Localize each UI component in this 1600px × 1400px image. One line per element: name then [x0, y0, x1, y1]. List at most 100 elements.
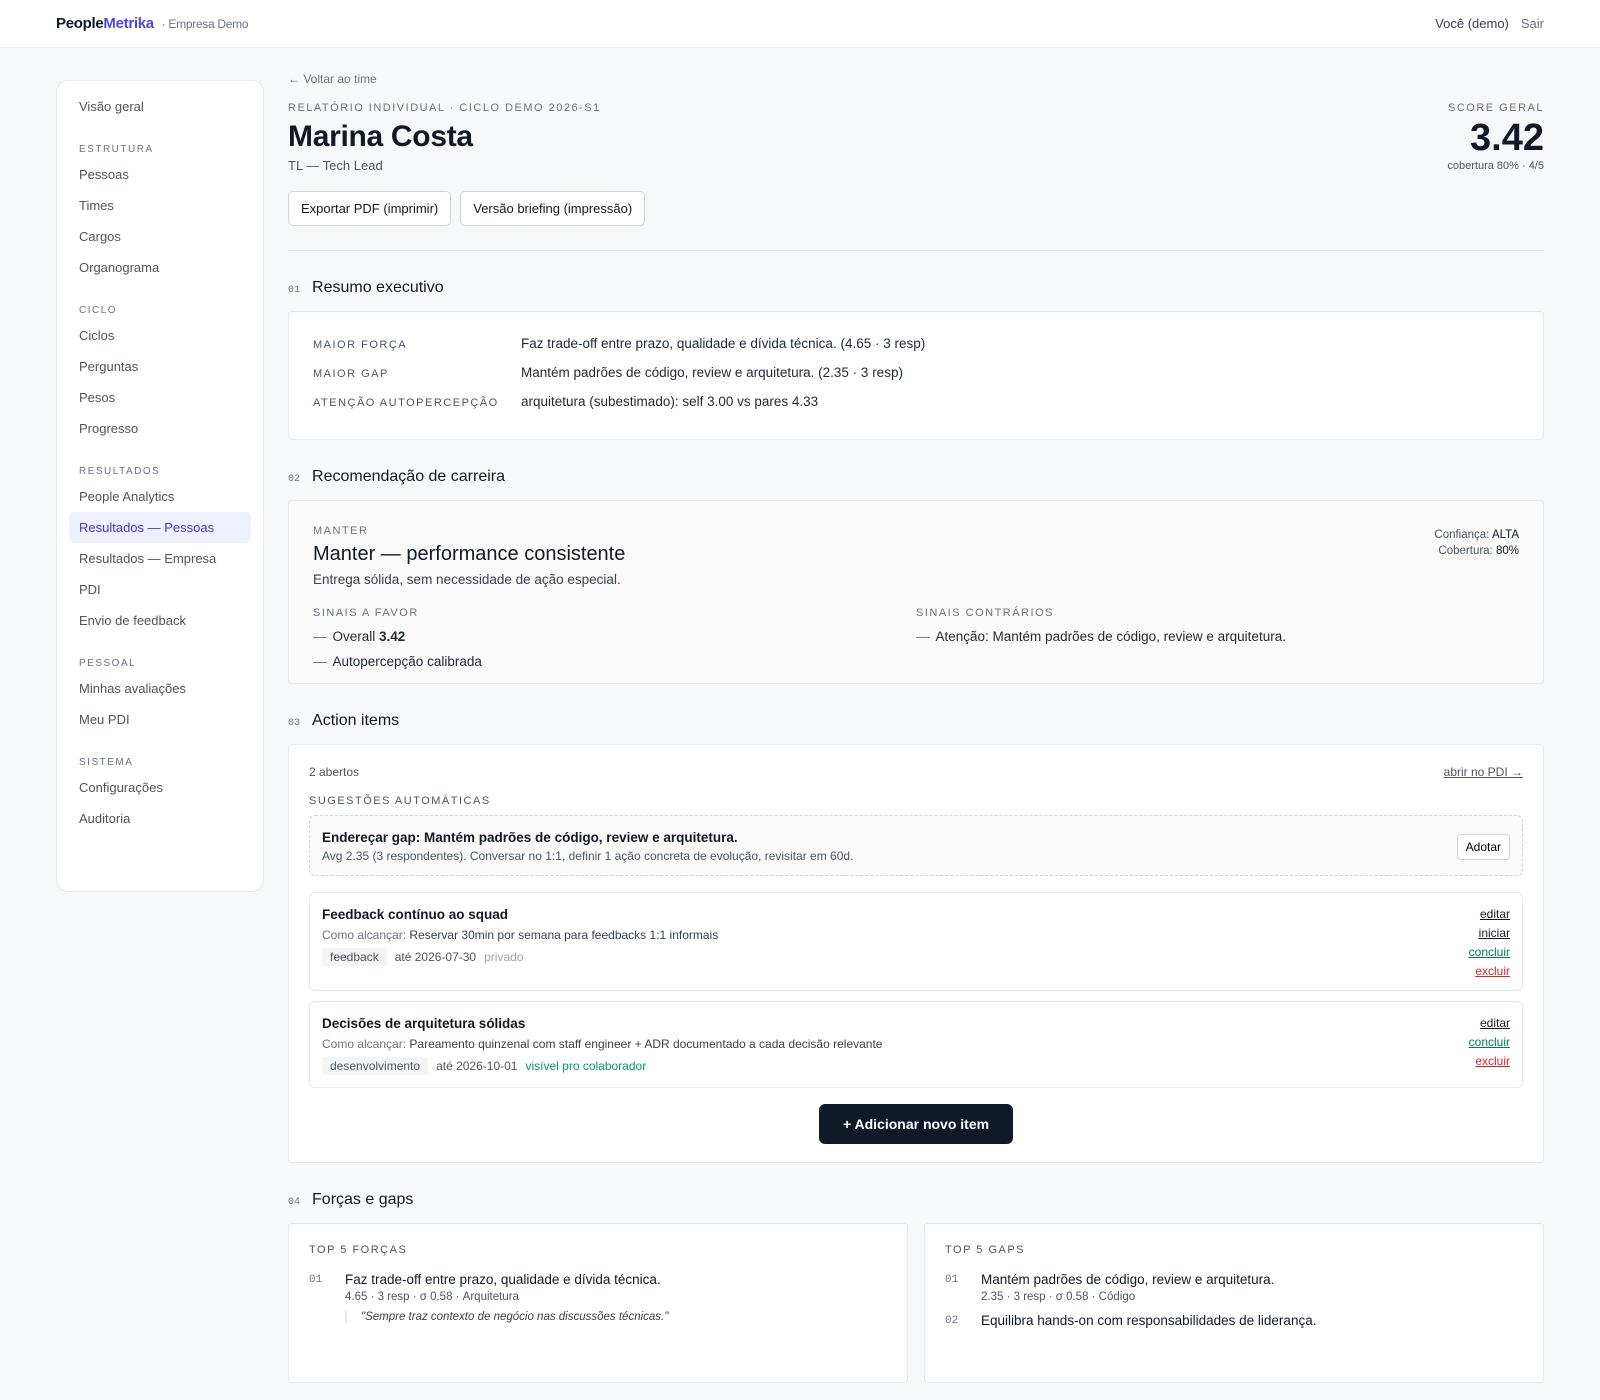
forces-label: TOP 5 FORÇAS [309, 1244, 408, 1256]
summary-label: MAIOR GAP [313, 368, 389, 380]
brand-people: People [56, 15, 104, 32]
sidebar-item-people-analytics[interactable]: People Analytics [69, 481, 251, 512]
logout-link[interactable]: Sair [1521, 16, 1544, 31]
signals-against: SINAIS CONTRÁRIOS — Atenção: Mantém padrõ… [916, 607, 1519, 669]
sidebar-item-pdi[interactable]: PDI [69, 574, 251, 605]
action-item-tag: desenvolvimento [322, 1057, 429, 1075]
gap-rank: 01 [945, 1274, 959, 1286]
summary-value: Faz trade-off entre prazo, qualidade e d… [521, 336, 926, 351]
force-title: Faz trade-off entre prazo, qualidade e d… [345, 1272, 661, 1287]
action-item: Decisões de arquitetura sólidas Como alc… [309, 1001, 1523, 1088]
summary-row: ATENÇÃO AUTOPERCEPÇÃO arquitetura (subes… [313, 394, 1519, 409]
complete-link[interactable]: concluir [1469, 1035, 1510, 1049]
sidebar-item-minhas-avaliacoes[interactable]: Minhas avaliações [69, 673, 251, 704]
open-count: 2 abertos [309, 765, 360, 779]
suggestion-title: Endereçar gap: Mantém padrões de código,… [322, 830, 738, 845]
nav-group-estrutura: ESTRUTURA [79, 144, 154, 155]
auto-suggestions-label: SUGESTÕES AUTOMÁTICAS [309, 795, 491, 807]
suggestion-description: Avg 2.35 (3 respondentes). Conversar no … [322, 849, 854, 863]
action-item-how: Como alcançar: Reservar 30min por semana… [322, 928, 719, 942]
gap-item: 01 Mantém padrões de código, review e ar… [945, 1272, 1523, 1303]
sidebar-item-meu-pdi[interactable]: Meu PDI [69, 704, 251, 735]
start-link[interactable]: iniciar [1479, 926, 1510, 940]
force-quote: "Sempre traz contexto de negócio nas dis… [345, 1311, 668, 1323]
section-title: Action items [312, 712, 400, 729]
section-number: 02 [288, 474, 301, 485]
sidebar-item-progresso[interactable]: Progresso [69, 413, 251, 444]
person-role: TL — Tech Lead [288, 158, 383, 173]
section-header-actions: 03 Action items [288, 712, 1544, 730]
summary-label: MAIOR FORÇA [313, 339, 408, 351]
main-content: ← Voltar ao time RELATÓRIO INDIVIDUAL · … [288, 68, 1544, 1383]
divider [288, 250, 1544, 251]
top-forces-card: TOP 5 FORÇAS 01 Faz trade-off entre praz… [288, 1223, 908, 1383]
career-recommendation-card: Confiança: ALTA Cobertura: 80% MANTER Ma… [288, 500, 1544, 684]
action-item-due: até 2026-10-01 [436, 1059, 518, 1073]
add-new-item-button[interactable]: + Adicionar novo item [818, 1104, 1014, 1144]
adopt-button[interactable]: Adotar [1456, 833, 1510, 860]
force-item: 01 Faz trade-off entre prazo, qualidade … [309, 1272, 887, 1323]
section-header-carreira: 02 Recomendação de carreira [288, 468, 1544, 486]
summary-value: Mantém padrões de código, review e arqui… [521, 365, 903, 380]
nav-group-pessoal: PESSOAL [79, 658, 137, 669]
section-number: 01 [288, 285, 301, 296]
signal-item: — Autopercepção calibrada [313, 654, 482, 669]
action-item-tag: feedback [322, 948, 387, 966]
edit-link[interactable]: editar [1480, 1016, 1510, 1030]
page-title: Marina Costa [288, 120, 473, 153]
sidebar-item-resultados-pessoas[interactable]: Resultados — Pessoas [69, 512, 251, 543]
delete-link[interactable]: excluir [1475, 964, 1510, 978]
signals-for: SINAIS A FAVOR — Overall 3.42 — Autopercep… [313, 607, 916, 669]
sidebar-item-overview[interactable]: Visão geral [69, 91, 251, 122]
gap-title: Mantém padrões de código, review e arqui… [981, 1272, 1275, 1287]
sidebar-item-organograma[interactable]: Organograma [69, 252, 251, 283]
summary-value: arquitetura (subestimado): self 3.00 vs … [521, 394, 819, 409]
edit-link[interactable]: editar [1480, 907, 1510, 921]
score-value: 3.42 [1470, 117, 1544, 159]
open-pdi-link[interactable]: abrir no PDI → [1444, 765, 1523, 779]
sidebar-item-cargos[interactable]: Cargos [69, 221, 251, 252]
section-number: 03 [288, 718, 301, 729]
career-eyebrow: MANTER [313, 525, 369, 537]
signals-against-label: SINAIS CONTRÁRIOS [916, 607, 1054, 619]
company-name: · Empresa Demo [161, 17, 249, 31]
signal-item: — Atenção: Mantém padrões de código, revi… [916, 629, 1286, 644]
top-bar: PeopleMetrika · Empresa Demo Você (demo)… [0, 0, 1600, 48]
coverage-label: Cobertura: [1438, 545, 1493, 557]
sidebar-item-configuracoes[interactable]: Configurações [69, 772, 251, 803]
summary-label: ATENÇÃO AUTOPERCEPÇÃO [313, 397, 499, 409]
action-item-due: até 2026-07-30 [394, 950, 477, 964]
briefing-version-button[interactable]: Versão briefing (impressão) [460, 191, 646, 226]
coverage-value: 80% [1495, 545, 1519, 557]
back-to-team-link[interactable]: ← Voltar ao time [288, 72, 1544, 86]
sidebar: Visão geral ESTRUTURA Pessoas Times Carg… [56, 80, 264, 892]
delete-link[interactable]: excluir [1475, 1054, 1510, 1068]
sidebar-item-perguntas[interactable]: Perguntas [69, 351, 251, 382]
section-title: Recomendação de carreira [312, 468, 506, 485]
executive-summary-card: MAIOR FORÇA Faz trade-off entre prazo, q… [288, 311, 1544, 440]
sidebar-item-times[interactable]: Times [69, 190, 251, 221]
brand-logo[interactable]: PeopleMetrika · Empresa Demo [56, 15, 249, 32]
sidebar-item-pessoas[interactable]: Pessoas [69, 159, 251, 190]
score-label: SCORE GERAL [1448, 102, 1544, 114]
current-user[interactable]: Você (demo) [1435, 16, 1509, 31]
suggestion-card: Endereçar gap: Mantém padrões de código,… [309, 815, 1523, 876]
export-pdf-button[interactable]: Exportar PDF (imprimir) [288, 191, 452, 226]
confidence-label: Confiança: [1434, 529, 1490, 541]
section-title: Forças e gaps [312, 1191, 414, 1208]
force-rank: 01 [309, 1274, 323, 1286]
action-item-visibility: visível pro colaborador [525, 1059, 647, 1073]
section-header-forcas-gaps: 04 Forças e gaps [288, 1191, 1544, 1209]
sidebar-item-envio-feedback[interactable]: Envio de feedback [69, 605, 251, 636]
overall-value: 3.42 [379, 629, 406, 644]
action-item-visibility: privado [484, 950, 524, 964]
action-item: Feedback contínuo ao squad Como alcançar… [309, 892, 1523, 991]
sidebar-item-resultados-empresa[interactable]: Resultados — Empresa [69, 543, 251, 574]
sidebar-item-auditoria[interactable]: Auditoria [69, 803, 251, 834]
signal-item: — Overall 3.42 [313, 629, 406, 644]
report-eyebrow: RELATÓRIO INDIVIDUAL · CICLO DEMO 2026-S… [288, 102, 601, 114]
section-title: Resumo executivo [312, 279, 444, 296]
sidebar-item-pesos[interactable]: Pesos [69, 382, 251, 413]
sidebar-item-ciclos[interactable]: Ciclos [69, 320, 251, 351]
complete-link[interactable]: concluir [1469, 945, 1510, 959]
